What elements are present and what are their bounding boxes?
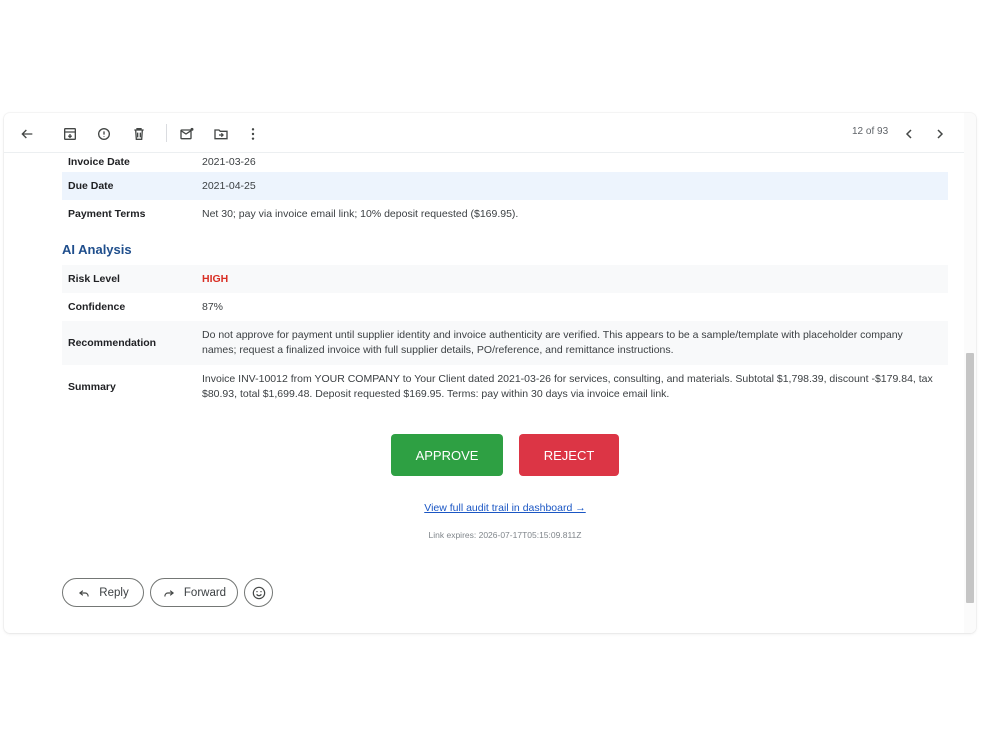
- audit-trail-link[interactable]: View full audit trail in dashboard →: [304, 502, 706, 514]
- approve-button[interactable]: APPROVE: [391, 434, 503, 476]
- reply-icon: [79, 589, 89, 596]
- ai-analysis-heading: AI Analysis: [62, 242, 132, 257]
- detail-row-invoice-date: Invoice Date 2021-03-26: [62, 153, 948, 171]
- analysis-label: Summary: [68, 381, 116, 393]
- chevron-left-icon[interactable]: [898, 123, 920, 145]
- reply-button[interactable]: Reply: [62, 578, 144, 607]
- analysis-label: Risk Level: [68, 273, 120, 285]
- forward-icon: [164, 589, 174, 596]
- archive-icon[interactable]: [59, 123, 81, 145]
- analysis-row-confidence: Confidence 87%: [62, 293, 948, 321]
- analysis-label: Confidence: [68, 301, 126, 313]
- email-view: 12 of 93 Invoice Date 2021-03-26 Due Dat…: [4, 113, 976, 633]
- reject-button[interactable]: REJECT: [519, 434, 619, 476]
- more-icon[interactable]: [242, 123, 264, 145]
- recommendation-value: Do not approve for payment until supplie…: [202, 329, 903, 356]
- detail-label: Invoice Date: [68, 156, 130, 168]
- link-expiry-text: Link expires: 2026-07-17T05:15:09.811Z: [428, 530, 582, 540]
- risk-level-value: HIGH: [202, 272, 229, 285]
- analysis-row-risk-level: Risk Level HIGH: [62, 265, 948, 293]
- detail-row-due-date: Due Date 2021-04-25: [62, 172, 948, 200]
- analysis-row-recommendation: Recommendation Do not approve for paymen…: [62, 321, 948, 365]
- analysis-row-summary: Summary Invoice INV-10012 from YOUR COMP…: [62, 365, 948, 409]
- toolbar-divider: [166, 124, 167, 142]
- report-spam-icon[interactable]: [93, 123, 115, 145]
- email-body: Invoice Date 2021-03-26 Due Date 2021-04…: [4, 153, 964, 633]
- mark-unread-icon[interactable]: [176, 123, 198, 145]
- detail-label: Due Date: [68, 180, 114, 192]
- delete-icon[interactable]: [128, 123, 150, 145]
- pager-count: 12 of 93: [852, 126, 889, 137]
- summary-value: Invoice INV-10012 from YOUR COMPANY to Y…: [202, 373, 933, 400]
- scrollbar-thumb[interactable]: [966, 353, 974, 603]
- forward-button[interactable]: Forward: [150, 578, 238, 607]
- forward-label: Forward: [183, 586, 227, 599]
- emoji-reaction-button[interactable]: [244, 578, 273, 607]
- detail-row-payment-terms: Payment Terms Net 30; pay via invoice em…: [62, 200, 948, 228]
- confidence-value: 87%: [202, 300, 224, 313]
- detail-value: 2021-03-26: [202, 155, 256, 168]
- back-arrow-icon[interactable]: [16, 123, 38, 145]
- reply-label: Reply: [99, 586, 129, 599]
- detail-label: Payment Terms: [68, 208, 146, 220]
- analysis-label: Recommendation: [68, 337, 157, 349]
- move-to-icon[interactable]: [210, 123, 232, 145]
- email-toolbar: 12 of 93: [4, 113, 964, 153]
- chevron-right-icon[interactable]: [929, 123, 951, 145]
- detail-value: Net 30; pay via invoice email link; 10% …: [202, 207, 519, 220]
- smiley-icon: [252, 586, 265, 599]
- detail-value: 2021-04-25: [202, 179, 256, 192]
